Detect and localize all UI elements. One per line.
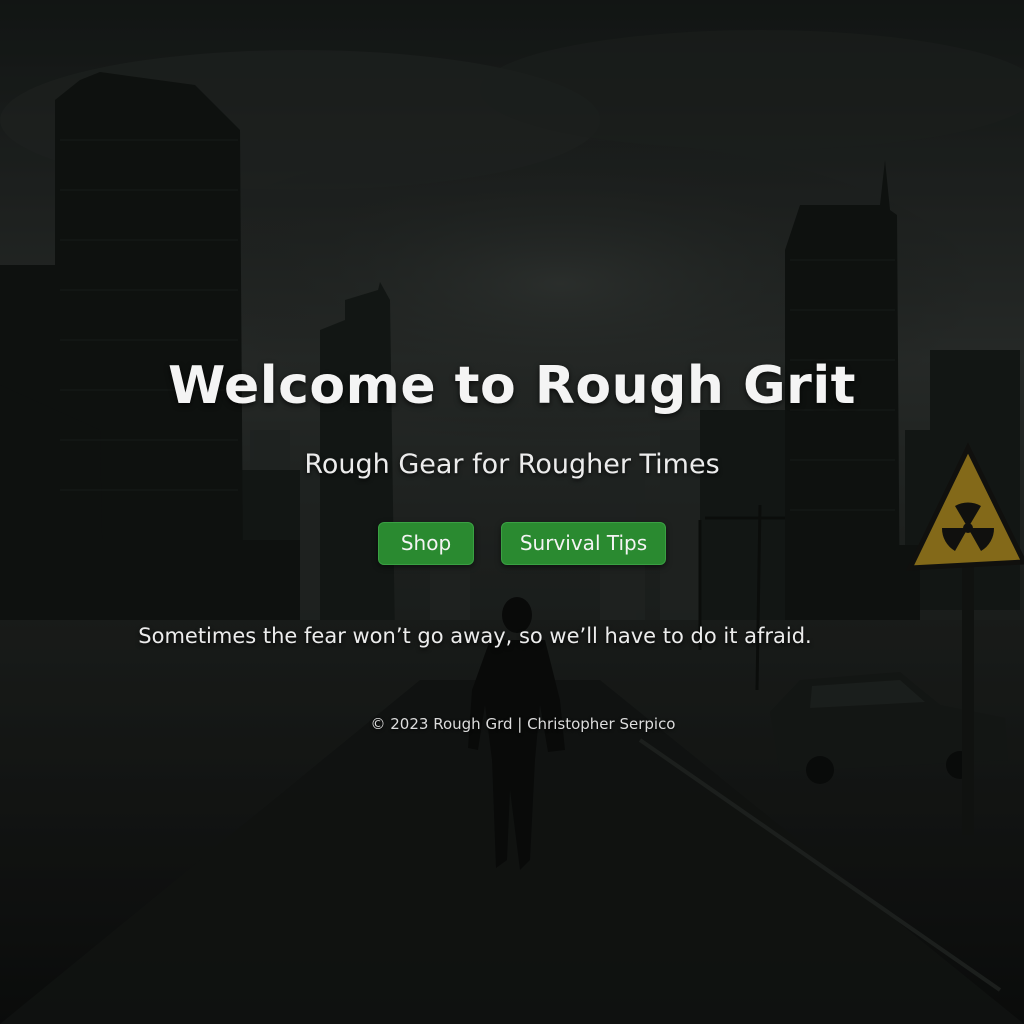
shop-button[interactable]: Shop: [378, 522, 474, 565]
page-title: Welcome to Rough Grit: [167, 356, 857, 416]
landing-page: Welcome to Rough Grit Rough Gear for Rou…: [0, 0, 1024, 1024]
footer-copyright: © 2023 Rough Grd | Christopher Serpico: [370, 715, 676, 733]
survival-tips-button[interactable]: Survival Tips: [501, 522, 666, 565]
motto-quote: Sometimes the fear won’t go away, so we’…: [138, 624, 812, 648]
page-subtitle: Rough Gear for Rougher Times: [304, 449, 720, 480]
background-scene: [0, 0, 1024, 1024]
